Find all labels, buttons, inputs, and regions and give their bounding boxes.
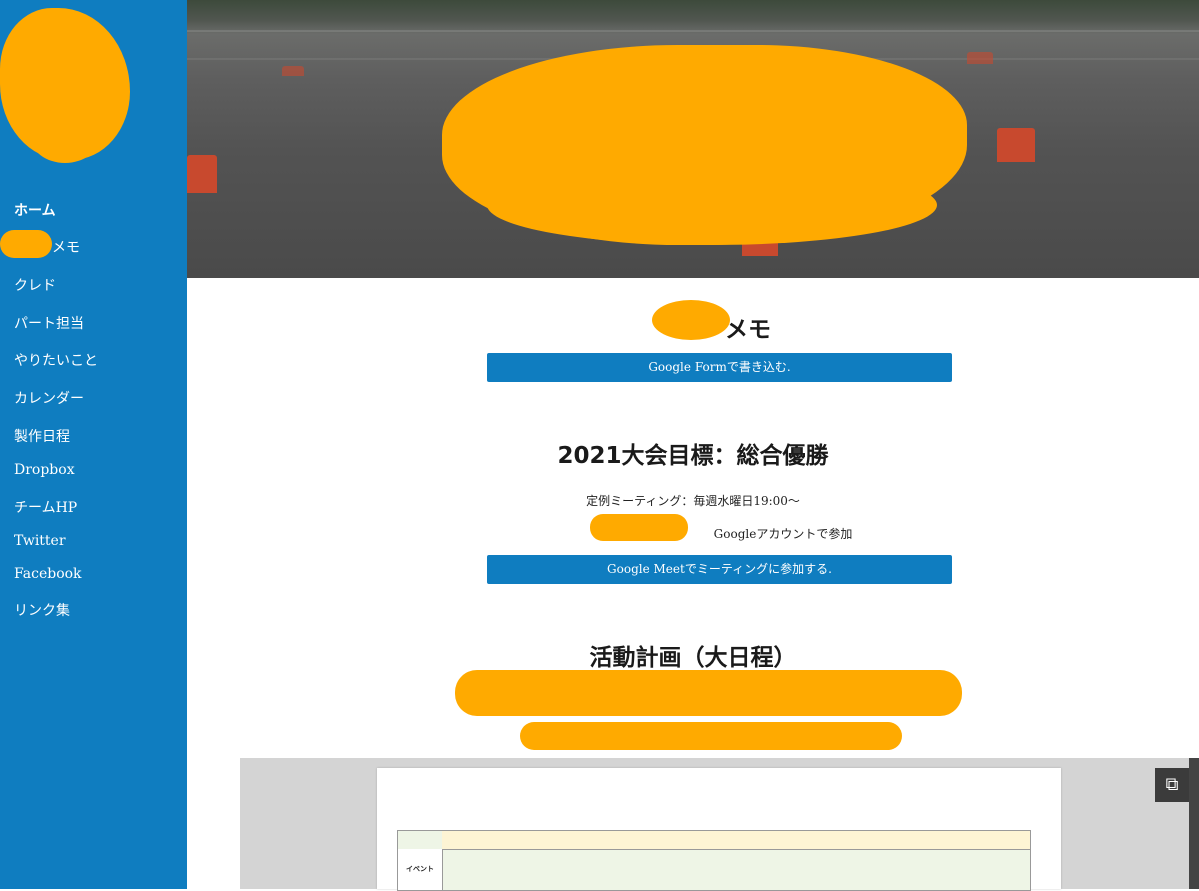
sidebar-item-part[interactable]: パート担当: [14, 313, 84, 333]
header-banner-image: [187, 0, 1199, 278]
goal-heading: 2021大会目標：総合優勝: [557, 443, 829, 469]
grid-month-header: [442, 831, 1030, 850]
sidebar-item-dropbox[interactable]: Dropbox: [14, 462, 75, 478]
sidebar-item-schedule[interactable]: 製作日程: [14, 426, 70, 446]
cone-shape: [997, 128, 1035, 162]
sidebar-item-twitter[interactable]: Twitter: [14, 533, 66, 549]
redaction-mark: [0, 230, 52, 258]
sidebar-item-calendar[interactable]: カレンダー: [14, 388, 84, 408]
grid-event-label: イベント: [398, 849, 443, 890]
account-text: Googleアカウントで参加: [713, 527, 853, 541]
scrollbar[interactable]: [1189, 758, 1199, 889]
cone-shape: [967, 52, 993, 64]
open-in-new-icon[interactable]: ⧉: [1155, 768, 1189, 802]
cone-shape: [282, 66, 304, 76]
google-form-button[interactable]: Google Formで書き込む.: [487, 353, 952, 382]
title-redaction: [487, 165, 937, 245]
cone-shape: [187, 155, 217, 193]
main-content: メモ Google Formで書き込む. 2021大会目標：総合優勝 定例ミーテ…: [187, 278, 1199, 891]
redaction-mark: [520, 722, 902, 750]
plan-heading: 活動計画（大日程）: [589, 645, 797, 671]
sidebar-item-links[interactable]: リンク集: [14, 600, 70, 620]
meeting-text: 定例ミーティング：毎週水曜日19:00〜: [586, 494, 800, 508]
memo-heading: メモ: [725, 317, 771, 343]
sidebar-item-wishlist[interactable]: やりたいこと: [14, 350, 98, 370]
schedule-sheet-page: イベント: [377, 768, 1061, 891]
redaction-mark: [455, 670, 962, 716]
sidebar-item-memo[interactable]: メモ: [52, 237, 80, 257]
sidebar-item-credo[interactable]: クレド: [14, 275, 56, 295]
sidebar-item-home[interactable]: ホーム: [14, 200, 56, 220]
site-logo-redacted[interactable]: [0, 8, 130, 163]
grid-corner-cell: [398, 831, 443, 849]
google-meet-button[interactable]: Google Meetでミーティングに参加する.: [487, 555, 952, 584]
embedded-document-viewer[interactable]: イベント ⧉: [240, 758, 1199, 891]
sidebar-item-team-hp[interactable]: チームHP: [14, 497, 77, 517]
sidebar-item-facebook[interactable]: Facebook: [14, 566, 82, 582]
schedule-grid: イベント: [397, 830, 1031, 891]
sidebar: ホーム メモ クレド パート担当 やりたいこと カレンダー 製作日程 Dropb…: [0, 0, 187, 889]
